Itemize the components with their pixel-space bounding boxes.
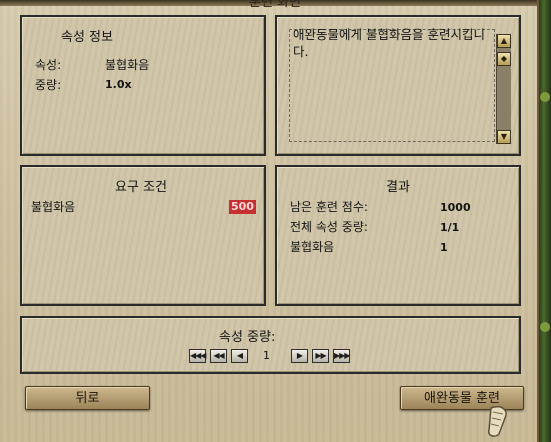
description-text: 애완동물에게 불협화음을 훈련시킵니다.: [293, 27, 485, 59]
increase-weight-button[interactable]: ▶: [291, 349, 308, 363]
back-button[interactable]: 뒤로: [25, 386, 150, 410]
description-scrollbar[interactable]: ▲ ◆ ▼: [496, 34, 511, 144]
total-weight-value: 1/1: [440, 221, 460, 234]
weight-value: 1.0x: [105, 78, 132, 91]
attribute-value: 불협화음: [105, 58, 150, 72]
right-side-decoration: [539, 0, 551, 442]
scroll-ornament-icon: [487, 406, 507, 437]
side-gem-icon: [540, 322, 550, 332]
remaining-points-label: 남은 훈련 점수:: [290, 200, 368, 214]
decrease-weight-button[interactable]: ◀: [231, 349, 248, 363]
remaining-points-value: 1000: [440, 201, 471, 214]
attribute-info-panel: 속성 정보 속성: 불협화음 중량: 1.0x: [20, 15, 266, 156]
description-panel: 애완동물에게 불협화음을 훈련시킵니다. ▲ ◆ ▼: [275, 15, 521, 156]
scroll-up-icon[interactable]: ▲: [497, 34, 511, 48]
attribute-weight-heading: 속성 중량:: [219, 330, 276, 345]
attribute-weight-value: 1: [263, 349, 270, 362]
max-weight-button[interactable]: ▶▶▶: [333, 349, 350, 363]
total-weight-label: 전체 속성 중량:: [290, 220, 368, 234]
weight-label: 중량:: [35, 78, 62, 92]
requirements-panel: 요구 조건 불협화음 500: [20, 165, 266, 306]
decrease-weight-fast-button[interactable]: ◀◀: [210, 349, 227, 363]
window-title: 훈련 화면: [249, 0, 301, 10]
training-window: 훈련 화면 속성 정보 속성: 불협화음 중량: 1.0x 애완동물에게 불협화…: [0, 0, 539, 442]
result-skill-label: 불협화음: [290, 240, 335, 254]
requirement-cost: 500: [229, 200, 256, 214]
attribute-weight-panel: 속성 중량:: [20, 316, 521, 374]
requirements-heading: 요구 조건: [115, 180, 167, 195]
attribute-label: 속성:: [35, 58, 62, 72]
side-gem-icon: [540, 92, 550, 102]
result-panel: 결과 남은 훈련 점수: 1000 전체 속성 중량: 1/1 불협화음 1: [275, 165, 521, 306]
result-heading: 결과: [386, 180, 410, 195]
min-weight-button[interactable]: ◀◀◀: [189, 349, 206, 363]
attribute-info-heading: 속성 정보: [61, 30, 113, 45]
scroll-down-icon[interactable]: ▼: [497, 130, 511, 144]
scroll-thumb-icon[interactable]: ◆: [497, 52, 511, 66]
result-skill-value: 1: [440, 241, 448, 254]
requirement-skill-name: 불협화음: [31, 200, 76, 214]
increase-weight-fast-button[interactable]: ▶▶: [312, 349, 329, 363]
